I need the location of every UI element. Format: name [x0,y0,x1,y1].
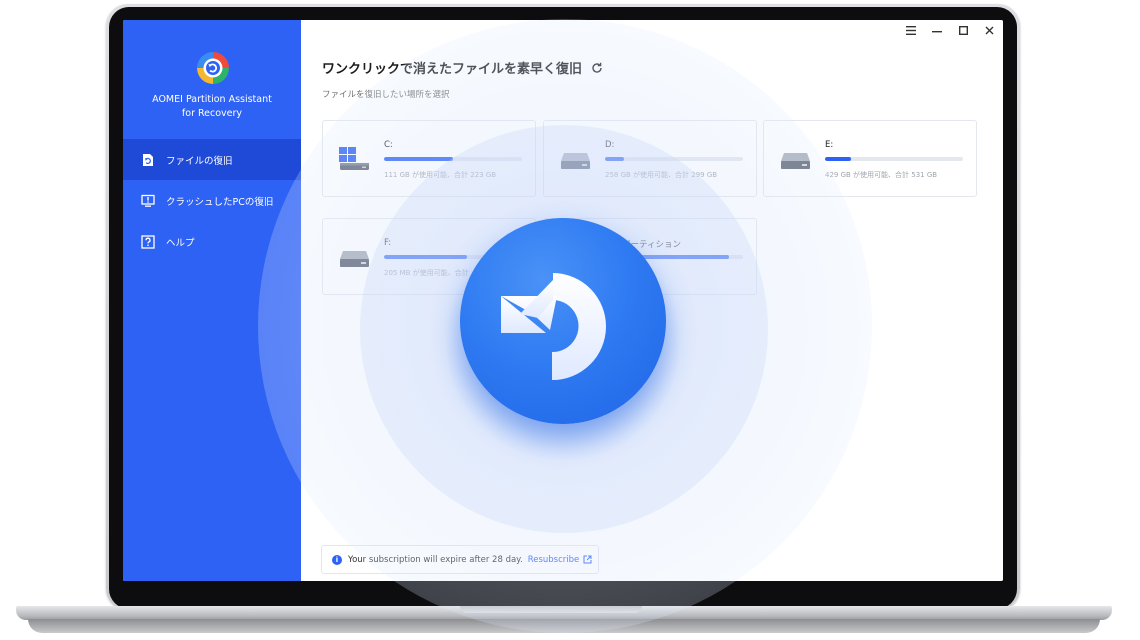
sidebar-item-label: ヘルプ [166,237,195,249]
sidebar-item-help[interactable]: ヘルプ [123,221,301,262]
drive-usage-bar-fill [825,157,852,161]
drive-card[interactable]: E: 429 GB が使用可能、合計 531 GB [763,120,977,197]
drive-usage-bar [384,157,522,161]
app-name: AOMEI Partition Assistant for Recovery [123,93,301,121]
window-controls [903,23,997,37]
drive-usage-bar-fill [384,157,453,161]
refresh-icon[interactable] [591,62,603,74]
recovery-badge-icon [460,218,666,424]
drive-card[interactable]: D: 258 GB が使用可能、合計 299 GB [543,120,757,197]
drive-name: E: [825,140,834,150]
maximize-icon[interactable] [955,23,971,37]
drive-card[interactable]: C: 111 GB が使用可能、合計 223 GB [322,120,536,197]
hard-drive-icon [781,153,810,169]
drive-name: F: [384,238,392,248]
drive-usage-text: 111 GB が使用可能、合計 223 GB [384,171,497,179]
subscription-message: Your subscription will expire after 28 d… [348,554,523,565]
app-name-line1: AOMEI Partition Assistant [152,94,272,105]
drive-usage-bar-fill [384,255,467,259]
drive-usage-text: 429 GB が使用可能、合計 531 GB [825,171,938,179]
windows-drive-icon [339,147,369,170]
hard-drive-icon [340,251,369,267]
laptop-opening-notch [460,606,642,613]
hard-drive-icon [561,153,590,169]
subscription-notice: i Your subscription will expire after 28… [321,545,599,574]
sidebar: AOMEI Partition Assistant for Recovery フ… [123,20,301,581]
close-icon[interactable] [981,23,997,37]
sidebar-item-crashed-pc[interactable]: クラッシュしたPCの復旧 [123,180,301,221]
page-title-text: ワンクリックで消えたファイルを素早く復旧 [322,62,583,77]
minimize-icon[interactable] [929,23,945,37]
resubscribe-link-label: Resubscribe [527,554,580,565]
drive-usage-bar [605,157,743,161]
info-icon: i [332,554,342,565]
drive-usage-text: 205 MB が使用可能、合計 [384,269,469,277]
resubscribe-link[interactable]: Resubscribe [528,555,593,565]
sidebar-item-label: ファイルの復旧 [166,155,233,167]
crashed-pc-icon [141,194,155,207]
app-logo-icon [197,52,229,84]
page-subtitle: ファイルを復旧したい場所を選択 [322,90,450,100]
external-link-icon [583,555,592,564]
page-title: ワンクリックで消えたファイルを素早く復旧 [322,58,603,77]
drive-usage-bar [825,157,963,161]
menu-icon[interactable] [903,23,919,37]
drive-name: C: [384,140,393,150]
help-icon [141,234,155,249]
drive-name: D: [605,140,615,150]
sidebar-item-file-recovery[interactable]: ファイルの復旧 [123,139,301,180]
app-name-line2: for Recovery [181,108,243,119]
drive-usage-text: 258 GB が使用可能、合計 299 GB [605,171,718,179]
drive-usage-bar-fill [605,157,625,161]
laptop-base-bottom [28,619,1100,633]
sidebar-item-label: クラッシュしたPCの復旧 [166,196,274,208]
file-restore-icon [143,153,153,166]
